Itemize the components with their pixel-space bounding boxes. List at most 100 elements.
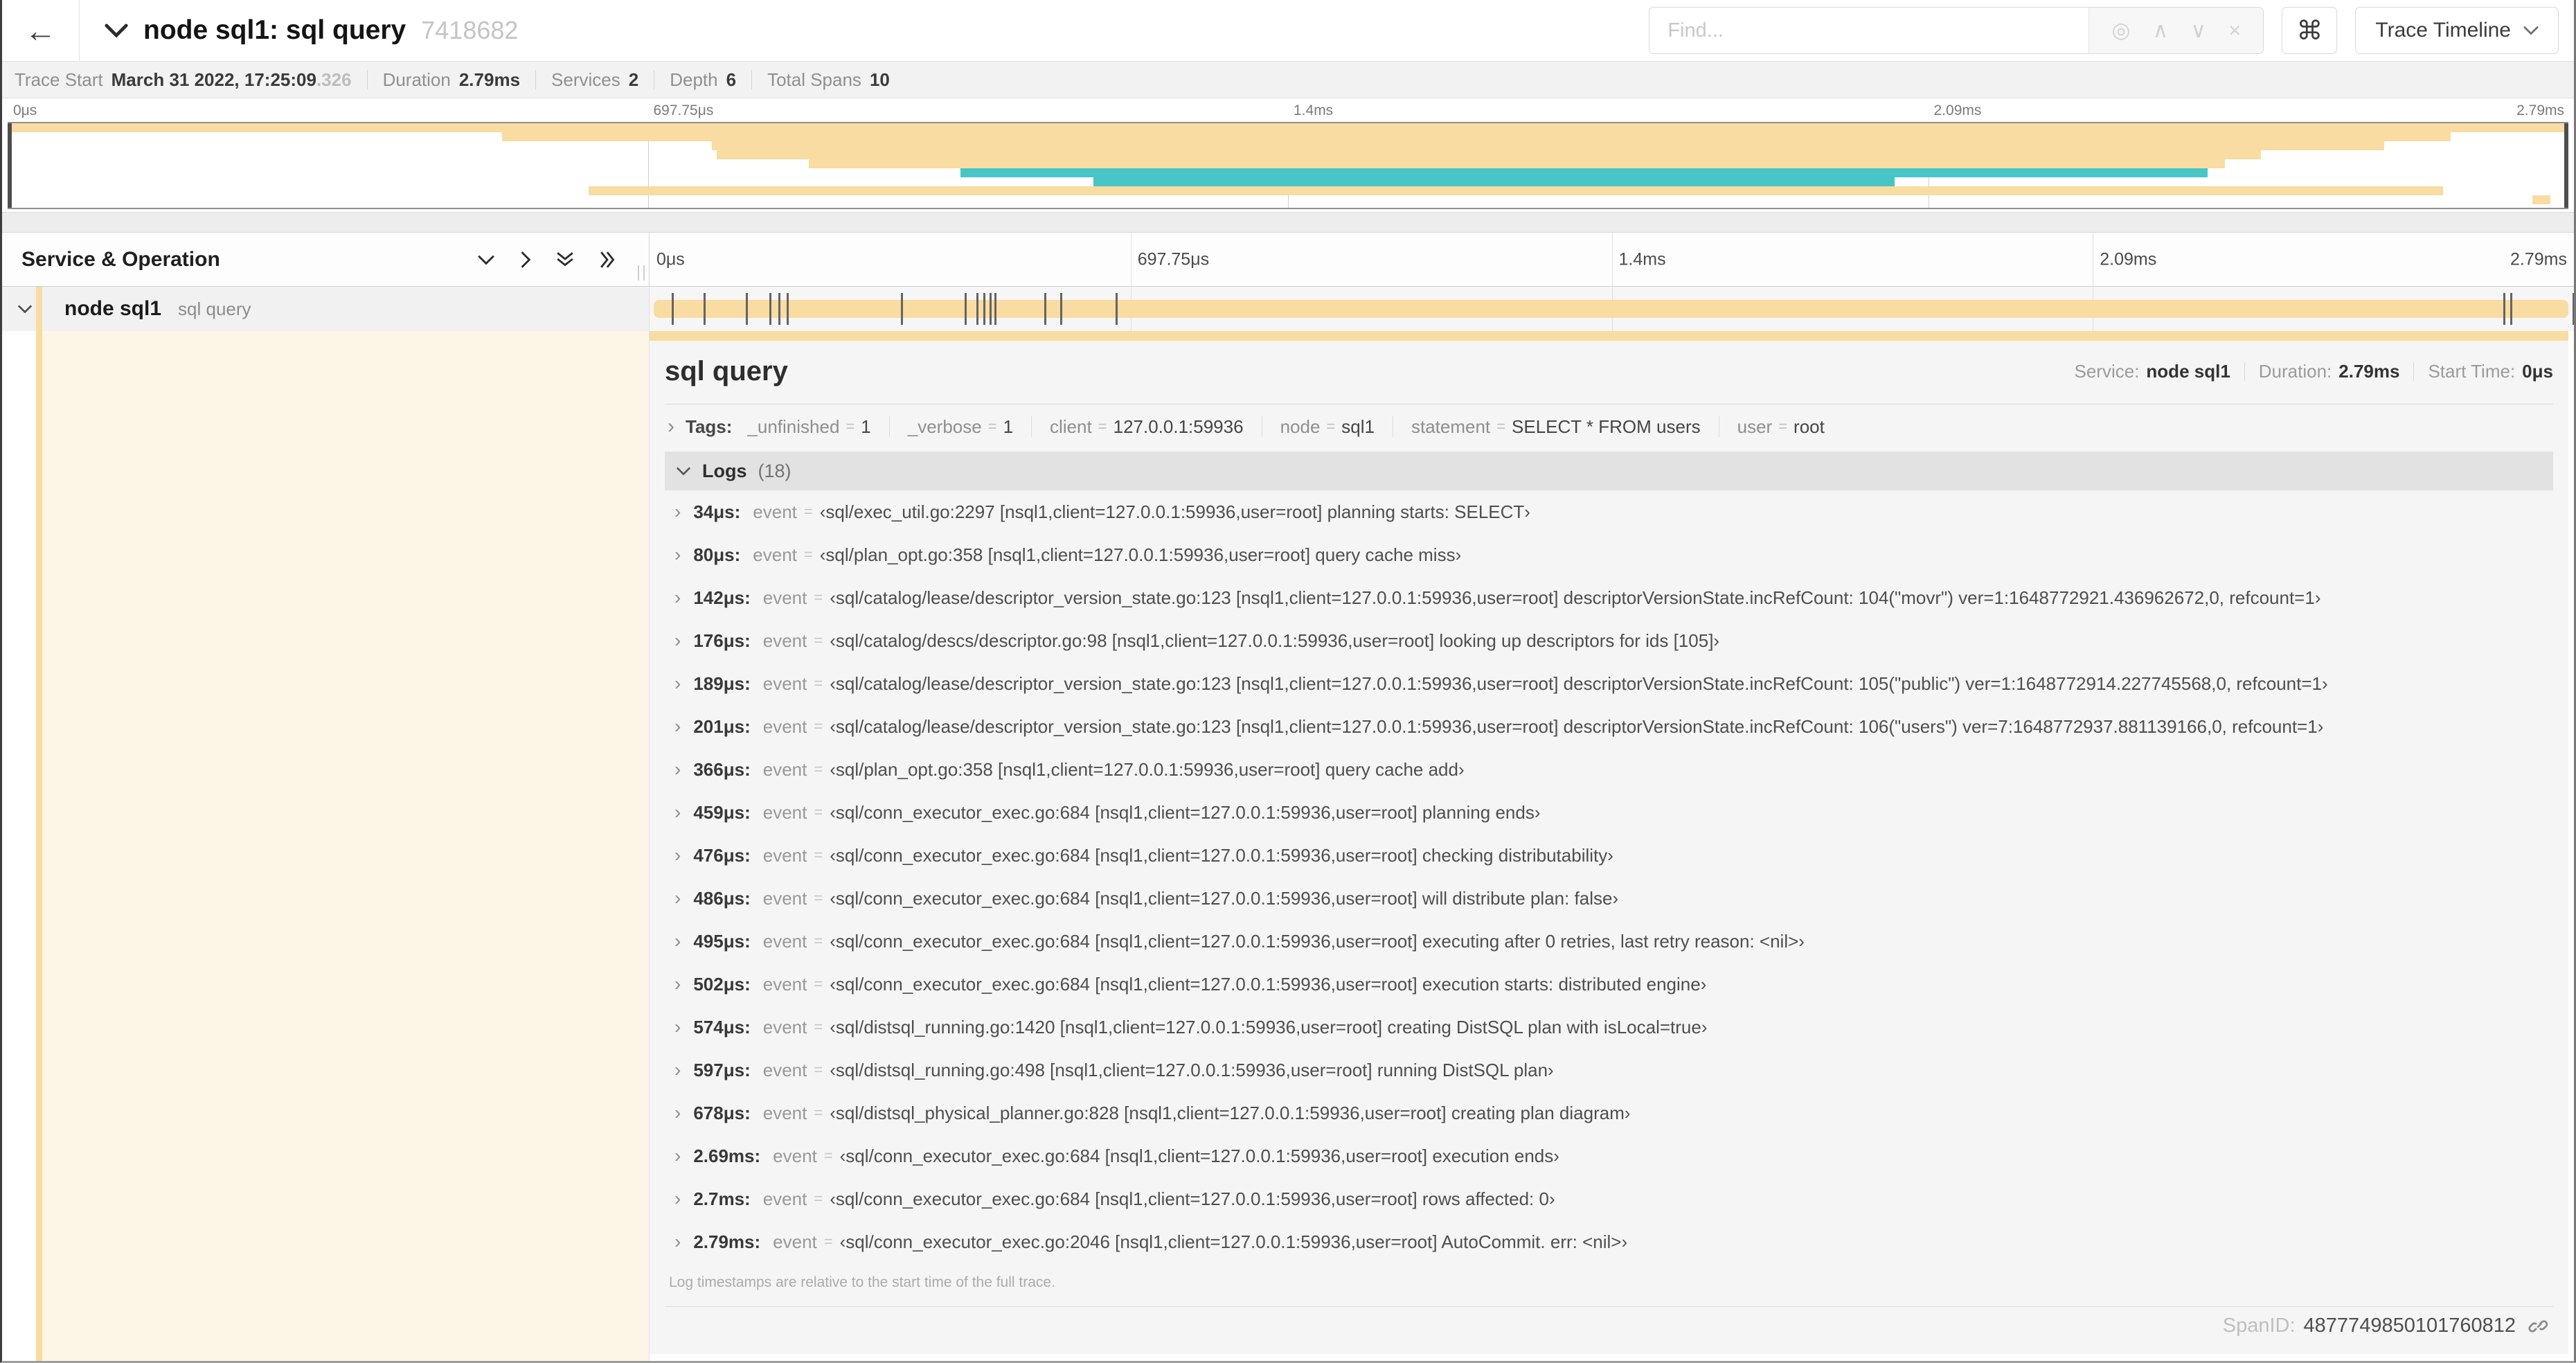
log-row[interactable]: › 476μs: event = ‹sql/conn_executor_exec.go:… bbox=[665, 834, 2553, 877]
view-selector-button[interactable]: Trace Timeline bbox=[2355, 7, 2559, 54]
chevron-right-icon: › bbox=[674, 801, 681, 823]
log-marker[interactable] bbox=[2573, 293, 2574, 325]
span-name-cell[interactable]: node sql1 sql query bbox=[2, 287, 650, 331]
next-match-icon[interactable]: ∨ bbox=[2190, 18, 2206, 43]
log-field-value: ‹sql/distsql_physical_planner.go:828 [ns… bbox=[830, 1102, 1631, 1123]
summary-value: 6 bbox=[726, 69, 737, 90]
collapse-all-chevron-down-icon[interactable] bbox=[477, 254, 495, 265]
log-marker[interactable] bbox=[746, 293, 749, 325]
log-row[interactable]: › 34μs: event = ‹sql/exec_util.go:2297 [nsql… bbox=[665, 490, 2553, 533]
log-field-key: event bbox=[753, 501, 797, 522]
log-row[interactable]: › 678μs: event = ‹sql/distsql_physical_plann… bbox=[665, 1092, 2553, 1134]
clear-search-icon[interactable]: × bbox=[2228, 18, 2241, 43]
minimap-canvas[interactable] bbox=[8, 122, 2568, 209]
log-marker[interactable] bbox=[1116, 293, 1118, 325]
log-row[interactable]: › 2.7ms: event = ‹sql/conn_executor_exec.go:… bbox=[665, 1177, 2553, 1220]
log-timestamp: 459μs: bbox=[693, 801, 751, 823]
log-row[interactable]: › 459μs: event = ‹sql/conn_executor_exec.go:… bbox=[665, 791, 2553, 834]
log-row[interactable]: › 597μs: event = ‹sql/distsql_running.go:498… bbox=[665, 1049, 2553, 1092]
chevron-right-icon: › bbox=[674, 672, 681, 694]
summary-label: Trace Start bbox=[15, 69, 103, 90]
tag-equals: = bbox=[1778, 418, 1788, 435]
log-row[interactable]: › 2.69ms: event = ‹sql/conn_executor_exec.go… bbox=[665, 1134, 2553, 1177]
log-marker[interactable] bbox=[778, 293, 781, 325]
tag-key: node bbox=[1280, 416, 1321, 437]
log-marker[interactable] bbox=[976, 293, 979, 325]
log-field-key: event bbox=[762, 715, 807, 737]
log-row[interactable]: › 189μs: event = ‹sql/catalog/lease/descript… bbox=[665, 662, 2553, 705]
span-duration-bar[interactable] bbox=[653, 300, 2568, 318]
log-marker[interactable] bbox=[671, 293, 674, 325]
chevron-right-icon: › bbox=[674, 887, 681, 909]
log-marker[interactable] bbox=[2503, 293, 2506, 325]
log-field-value: ‹sql/catalog/lease/descriptor_version_st… bbox=[830, 715, 2324, 737]
log-row[interactable]: › 574μs: event = ‹sql/distsql_running.go:142… bbox=[665, 1006, 2553, 1049]
log-field-value: ‹sql/conn_executor_exec.go:684 [nsql1,cl… bbox=[830, 887, 1619, 909]
log-marker[interactable] bbox=[787, 293, 789, 325]
chevron-right-icon: › bbox=[674, 1188, 681, 1209]
tag-divider bbox=[1031, 416, 1032, 437]
log-field-value: ‹sql/catalog/lease/descriptor_version_st… bbox=[830, 587, 2321, 608]
log-marker[interactable] bbox=[900, 293, 903, 325]
viewport-right-handle[interactable] bbox=[2564, 123, 2568, 208]
log-timestamp: 34μs: bbox=[693, 501, 741, 522]
log-field-value: ‹sql/exec_util.go:2297 [nsql1,client=127… bbox=[819, 501, 1530, 522]
chevron-right-icon: › bbox=[674, 1145, 681, 1166]
log-row[interactable]: › 366μs: event = ‹sql/plan_opt.go:358 [nsql1… bbox=[665, 748, 2553, 791]
log-row[interactable]: › 502μs: event = ‹sql/conn_executor_exec.go:… bbox=[665, 963, 2553, 1006]
log-field-key: event bbox=[762, 801, 807, 823]
log-marker[interactable] bbox=[994, 293, 997, 325]
keyboard-shortcuts-button[interactable]: ⌘ bbox=[2282, 7, 2338, 54]
chevron-down-icon bbox=[676, 466, 691, 476]
span-color-stripe bbox=[36, 331, 42, 1361]
log-field-value: ‹sql/catalog/lease/descriptor_version_st… bbox=[830, 672, 2328, 694]
log-marker[interactable] bbox=[1044, 293, 1046, 325]
column-resize-handle[interactable] bbox=[638, 265, 645, 280]
find-input[interactable] bbox=[1649, 8, 2089, 53]
log-row[interactable]: › 2.79ms: event = ‹sql/conn_executor_exec.go… bbox=[665, 1220, 2553, 1263]
tag-value: root bbox=[1794, 416, 1825, 437]
log-timestamp: 2.69ms: bbox=[693, 1145, 761, 1166]
minimap-span-bar bbox=[711, 141, 2384, 150]
log-marker[interactable] bbox=[990, 293, 992, 325]
command-icon: ⌘ bbox=[2296, 16, 2323, 46]
locate-icon[interactable]: ◎ bbox=[2111, 18, 2130, 43]
log-marker[interactable] bbox=[2510, 293, 2513, 325]
logs-footnote: Log timestamps are relative to the start… bbox=[669, 1274, 1055, 1290]
log-marker[interactable] bbox=[983, 293, 986, 325]
span-id-label: SpanID: bbox=[2222, 1314, 2296, 1337]
prev-match-icon[interactable]: ∧ bbox=[2153, 18, 2169, 43]
collapse-all-double-chevron-down-icon[interactable] bbox=[556, 251, 574, 269]
log-marker[interactable] bbox=[703, 293, 706, 325]
collapse-trace-chevron-down-icon[interactable] bbox=[105, 23, 128, 38]
deep-link-icon[interactable] bbox=[2528, 1315, 2550, 1337]
back-button[interactable]: ← bbox=[2, 0, 80, 61]
page-title: node sql1: sql query bbox=[143, 15, 406, 45]
timeline-ruler: 0μs 697.75μs 1.4ms 2.09ms 2.79ms bbox=[650, 233, 2574, 286]
logs-accordian-header[interactable]: Logs (18) bbox=[665, 452, 2553, 490]
log-row[interactable]: › 176μs: event = ‹sql/catalog/descs/descript… bbox=[665, 619, 2553, 662]
log-row[interactable]: › 201μs: event = ‹sql/catalog/lease/descript… bbox=[665, 705, 2553, 748]
tag-key: client bbox=[1050, 416, 1092, 437]
log-field-key: event bbox=[762, 930, 807, 952]
log-row[interactable]: › 495μs: event = ‹sql/conn_executor_exec.go:… bbox=[665, 920, 2553, 963]
chevron-right-icon: › bbox=[674, 1102, 681, 1123]
minimap-span-bar bbox=[809, 159, 2226, 168]
log-equals: = bbox=[814, 589, 823, 606]
log-row[interactable]: › 80μs: event = ‹sql/plan_opt.go:358 [nsql1,… bbox=[665, 533, 2553, 576]
log-row[interactable]: › 142μs: event = ‹sql/catalog/lease/descript… bbox=[665, 576, 2553, 619]
log-marker[interactable] bbox=[769, 293, 772, 325]
expand-one-chevron-right-icon[interactable] bbox=[520, 251, 531, 269]
log-timestamp: 476μs: bbox=[693, 844, 751, 866]
log-equals: = bbox=[814, 1018, 823, 1035]
span-collapse-chevron-down-icon[interactable] bbox=[17, 304, 33, 314]
span-operation-name: sql query bbox=[178, 298, 251, 319]
log-row[interactable]: › 486μs: event = ‹sql/conn_executor_exec.go:… bbox=[665, 877, 2553, 920]
log-timestamp: 142μs: bbox=[693, 587, 751, 608]
log-marker[interactable] bbox=[965, 293, 967, 325]
viewport-left-handle[interactable] bbox=[8, 123, 12, 208]
log-marker[interactable] bbox=[1059, 293, 1062, 325]
tags-accordian[interactable]: › Tags: _unfinished = 1 _verbose = 1 client = 12… bbox=[665, 406, 2553, 447]
span-bar-cell[interactable] bbox=[650, 287, 2574, 331]
expand-all-double-chevron-right-icon[interactable] bbox=[599, 251, 617, 269]
